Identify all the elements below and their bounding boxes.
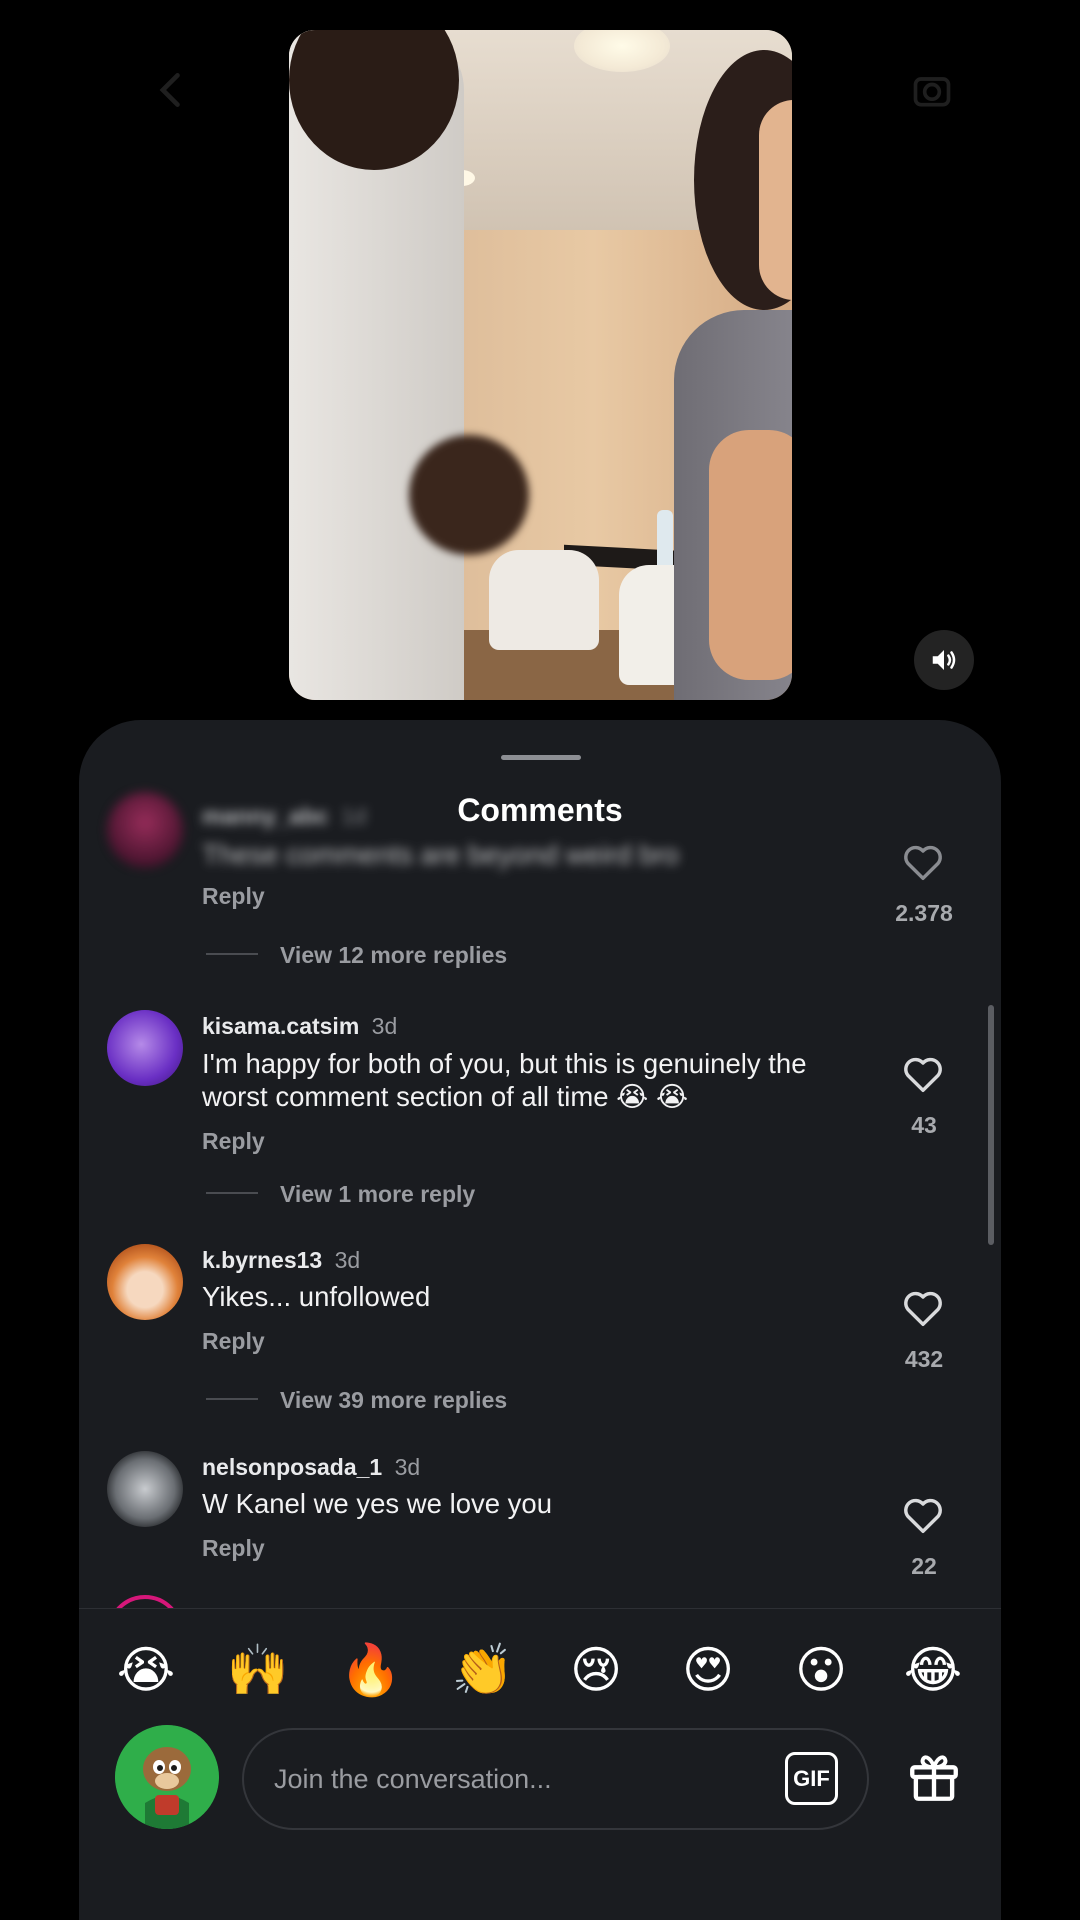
- reaction-emoji[interactable]: 😮: [786, 1635, 856, 1705]
- scrollbar[interactable]: [988, 1005, 994, 1245]
- avatar[interactable]: [107, 1451, 183, 1527]
- comment-username[interactable]: kisama.catsim: [202, 1013, 359, 1039]
- heart-icon[interactable]: [899, 839, 947, 885]
- view-more-replies[interactable]: View 12 more replies: [280, 942, 507, 969]
- comment-username[interactable]: k.byrnes13: [202, 1247, 322, 1273]
- gift-icon[interactable]: [905, 1748, 963, 1806]
- avatar[interactable]: [107, 1010, 183, 1086]
- comment-text: I'm happy for both of you, but this is g…: [202, 1048, 807, 1112]
- gif-button[interactable]: GIF: [785, 1752, 838, 1805]
- comment-time: 3d: [371, 1013, 398, 1039]
- reaction-emoji[interactable]: 🙌: [223, 1635, 293, 1705]
- comment-text: Yikes... unfollowed: [202, 1281, 431, 1312]
- camera-icon[interactable]: [910, 68, 954, 112]
- heart-icon[interactable]: [899, 1492, 947, 1538]
- quick-reactions: 😭 🙌 🔥 👏 😢 😍 😮 😂: [79, 1635, 1001, 1705]
- comment-time: 3d: [394, 1454, 421, 1480]
- comment-time: 3d: [334, 1247, 361, 1273]
- comments-sheet: manny_abc 1d These comments are beyond w…: [79, 720, 1001, 1920]
- comment-input-placeholder: Join the conversation...: [274, 1764, 552, 1794]
- speaker-icon: [932, 650, 956, 670]
- view-more-replies[interactable]: View 39 more replies: [280, 1387, 507, 1414]
- reply-button[interactable]: Reply: [202, 1128, 265, 1155]
- view-more-replies[interactable]: View 1 more reply: [280, 1181, 475, 1208]
- comment-username[interactable]: nelsonposada_1: [202, 1454, 382, 1480]
- my-avatar[interactable]: [115, 1725, 219, 1829]
- comments-list[interactable]: manny_abc 1d These comments are beyond w…: [79, 720, 1001, 1608]
- reaction-emoji[interactable]: 😭: [111, 1635, 181, 1705]
- comment-text: These comments are beyond weird bro: [202, 839, 679, 870]
- like-count: 2.378: [895, 900, 953, 926]
- reaction-emoji[interactable]: 😢: [561, 1635, 631, 1705]
- sheet-title: Comments: [457, 792, 623, 828]
- heart-icon[interactable]: [899, 1051, 947, 1097]
- reaction-emoji[interactable]: 😍: [673, 1635, 743, 1705]
- heart-icon[interactable]: [899, 1285, 947, 1331]
- mute-button[interactable]: [914, 630, 974, 690]
- like-count: 43: [911, 1112, 937, 1138]
- reply-button[interactable]: Reply: [202, 1328, 265, 1355]
- comment-input[interactable]: Join the conversation... GIF: [242, 1728, 869, 1830]
- reaction-emoji[interactable]: 🔥: [336, 1635, 406, 1705]
- reaction-emoji[interactable]: 👏: [448, 1635, 518, 1705]
- avatar[interactable]: [107, 1244, 183, 1320]
- reaction-emoji[interactable]: 😂: [898, 1635, 968, 1705]
- reply-button[interactable]: Reply: [202, 883, 265, 910]
- like-count: 432: [904, 1346, 944, 1372]
- video-preview[interactable]: [289, 30, 792, 700]
- back-icon[interactable]: [150, 68, 194, 112]
- avatar[interactable]: [107, 1595, 183, 1608]
- like-count: 22: [911, 1553, 937, 1579]
- reply-button[interactable]: Reply: [202, 1535, 265, 1562]
- chipmunk-avatar-icon: [115, 1725, 219, 1829]
- comment-text: W Kanel we yes we love you: [202, 1488, 553, 1519]
